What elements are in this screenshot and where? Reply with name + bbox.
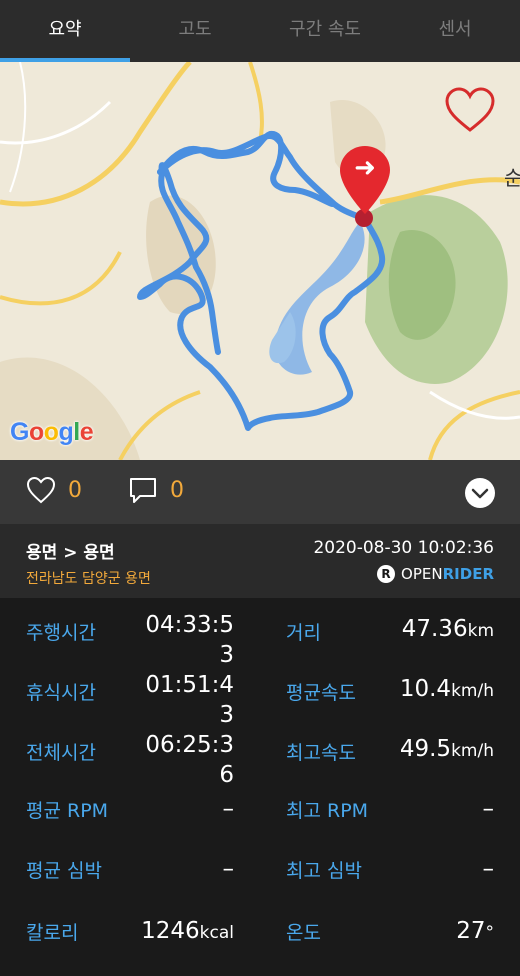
distance-value: 47.36km [401,616,494,642]
region-label: 전라남도 담양군 용면 [26,571,151,587]
max-rpm-value: – [482,796,495,822]
avg-speed-value: 10.4km/h [399,676,494,702]
map-pin-arrow-icon: ➜ [338,144,392,230]
max-heart-rate-value: – [482,856,495,882]
ride-info-header: 용면 > 용면 전라남도 담양군 용면 2020-08-30 10:02:36 … [0,524,520,598]
arrow-right-icon: ➜ [354,153,376,183]
brand-rider-text: RIDER [442,565,494,583]
brand-open-text: OPEN [401,565,443,583]
like-count: 0 [68,477,82,503]
avg-rpm-label: 평균 RPM [26,800,109,822]
riding-time-label: 주행시간 [26,622,96,644]
map-place-label: 순 [504,166,520,190]
ride-datetime: 2020-08-30 10:02:36 [313,538,494,558]
stats-panel: 주행시간 04:33:5 3 거리 47.36km 휴식시간 01:51:4 3 평… [0,598,520,960]
avg-heart-rate-value: – [222,856,235,882]
route-title: 용면 > 용면 [26,543,115,563]
avg-rpm-value: – [222,796,235,822]
tab-summary[interactable]: 요약 [0,0,130,62]
google-logo: Google [10,418,94,446]
avg-heart-rate-label: 평균 심박 [26,860,102,882]
like-button[interactable]: 0 [26,476,82,504]
comment-bubble-icon [130,478,156,503]
social-bar: 0 0 [0,460,520,524]
calories-value: 1246kcal [141,918,234,944]
max-speed-value: 49.5km/h [399,736,494,762]
route-map[interactable]: Google 순 ➜ [0,62,520,460]
calories-label: 칼로리 [26,922,79,944]
tab-segment-speed[interactable]: 구간 속도 [260,0,390,62]
favorite-heart-icon[interactable] [444,86,496,134]
tab-bar: 요약 고도 구간 속도 센서 [0,0,520,62]
comment-count: 0 [170,477,184,503]
comment-button[interactable]: 0 [128,476,184,504]
openrider-logo-icon: R [377,565,396,583]
openrider-logo: R OPEN RIDER [377,565,494,583]
riding-time-value: 04:33:5 3 [145,612,234,668]
total-time-label: 전체시간 [26,742,96,764]
expand-chevron-button[interactable] [465,478,495,508]
distance-label: 거리 [286,622,321,644]
chevron-down-icon [471,488,489,499]
tab-elevation[interactable]: 고도 [130,0,260,62]
rest-time-label: 휴식시간 [26,682,96,704]
heart-outline-icon [26,476,56,504]
temperature-value: 27° [456,918,494,944]
map-background [0,62,520,460]
rest-time-value: 01:51:4 3 [145,672,234,728]
total-time-value: 06:25:3 6 [145,732,234,788]
temperature-label: 온도 [286,922,321,944]
tab-sensor[interactable]: 센서 [390,0,520,62]
